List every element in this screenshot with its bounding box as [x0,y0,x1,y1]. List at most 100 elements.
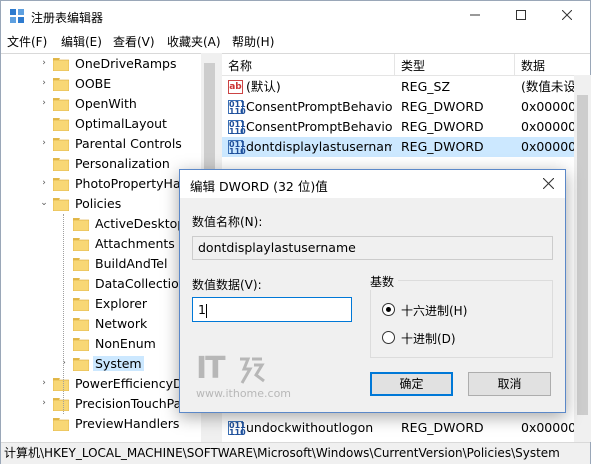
value-row[interactable]: 011 110 dontdisplaylastusername REG_DWORD 0x… [222,137,581,157]
value-row[interactable]: 011 110 ConsentPromptBehavio... REG_DWORD 0x… [222,117,581,137]
value-data: 0x000000 [521,139,581,154]
tree-item-label: Attachments [95,236,175,251]
radix-group [370,280,553,358]
tree-item[interactable]: OptimalLayout [53,114,169,134]
expand-arrow-icon[interactable]: › [59,358,69,368]
folder-icon [73,238,89,251]
column-divider[interactable] [394,54,395,76]
value-type: REG_DWORD [401,420,484,435]
value-name: dontdisplaylastusername [246,139,392,154]
value-row[interactable]: 011 110 ConsentPromptBehavio... REG_DWORD 0x… [222,97,581,117]
value-data-text: 1 [198,302,206,317]
expand-arrow-icon[interactable]: › [39,398,49,408]
collapse-arrow-icon[interactable]: ⌄ [39,198,49,208]
menu-view[interactable]: 查看(V) [113,33,155,50]
dword-value-icon: 011 110 [228,140,246,156]
folder-icon [73,258,89,271]
value-data: 0x000000 [521,420,581,435]
tree-item[interactable]: Network [73,314,149,334]
folder-icon [73,318,89,331]
tree-item-label: PowerEfficiencyDia [75,376,194,391]
tree-item[interactable]: PreviewHandlers [53,414,181,434]
radio-decimal[interactable] [382,331,395,344]
expand-arrow-icon[interactable]: › [39,78,49,88]
folder-icon [73,218,89,231]
tree-item-label: ActiveDesktop [95,216,186,231]
menu-file[interactable]: 文件(F) [7,33,47,50]
tree-item[interactable]: BuildAndTel [73,254,169,274]
column-name[interactable]: 名称 [228,57,252,74]
tree-connector-line [63,214,64,414]
dialog-title-bar[interactable]: 编辑 DWORD (32 位)值 [180,170,565,198]
list-scrollbar[interactable] [574,75,591,442]
tree-item-label: System [93,356,144,371]
dialog-close-button[interactable] [531,170,565,198]
dword-value-icon: 011 110 [228,120,246,136]
folder-icon [73,298,89,311]
tree-item[interactable]: Parental Controls [53,134,184,154]
minimize-icon [470,14,480,16]
expand-arrow-icon[interactable]: › [39,178,49,188]
folder-icon [73,358,89,371]
dialog-title: 编辑 DWORD (32 位)值 [190,179,328,194]
tree-item[interactable]: Attachments [73,234,177,254]
expand-arrow-icon[interactable]: › [39,378,49,388]
cancel-button[interactable]: 取消 [468,372,551,396]
tree-item[interactable]: System [73,354,144,374]
tree-item-label: OOBE [75,76,112,91]
menu-bar: 文件(F) 编辑(E) 查看(V) 收藏夹(A) 帮助(H) [1,31,590,51]
tree-item[interactable]: NonEnum [73,334,158,354]
tree-item[interactable]: OOBE [53,74,113,94]
title-bar[interactable]: 注册表编辑器 [1,1,590,31]
value-row[interactable]: ab (默认) REG_SZ (数值未设 [222,77,576,97]
column-data[interactable]: 数据 [521,57,545,74]
tree-item[interactable]: PhotoPropertyHan [53,174,191,194]
folder-icon [53,98,69,111]
value-data-input[interactable]: 1 [192,297,352,322]
tree-item[interactable]: ActiveDesktop [73,214,187,234]
tree-item[interactable]: Explorer [73,294,149,314]
folder-icon [53,78,69,91]
tree-item[interactable]: PrecisionTouchPac [53,394,190,414]
tree-item-label: Explorer [95,296,148,311]
list-scrollbar-thumb[interactable] [577,95,588,415]
folder-icon [53,378,69,391]
tree-item[interactable]: DataCollection [73,274,189,294]
expand-arrow-icon[interactable]: › [39,98,49,108]
value-row[interactable]: 011 110 undockwithoutlogon REG_DWORD 0x00000… [222,418,581,438]
close-icon [561,9,573,21]
value-name: (默认) [246,79,281,94]
radio-hex[interactable] [382,303,395,316]
folder-icon [53,178,69,191]
expand-arrow-icon[interactable]: › [39,58,49,68]
value-data: 0x000000 [521,119,581,134]
tree-item[interactable]: PowerEfficiencyDia [53,374,196,394]
close-button[interactable] [544,1,590,31]
menu-edit[interactable]: 编辑(E) [61,33,102,50]
folder-icon [53,418,69,431]
tree-item-label: Parental Controls [75,136,182,151]
minimize-button[interactable] [452,1,498,31]
value-type: REG_DWORD [401,139,484,154]
tree-item-label: OneDriveRamps [75,56,177,71]
expand-arrow-icon[interactable]: › [39,138,49,148]
tree-item[interactable]: Policies [53,194,123,214]
tree-item[interactable]: Personalization [53,154,172,174]
maximize-button[interactable] [498,1,544,31]
text-cursor [205,303,207,318]
menu-favorites[interactable]: 收藏夹(A) [167,33,221,50]
dword-value-icon: 011 110 [228,100,246,116]
column-type[interactable]: 类型 [401,57,425,74]
menu-help[interactable]: 帮助(H) [232,33,274,50]
radio-decimal-label[interactable]: 十进制(D) [401,330,456,347]
tree-item-label: BuildAndTel [95,256,168,271]
tree-item[interactable]: OneDriveRamps [53,54,178,74]
column-divider[interactable] [514,54,515,76]
string-value-icon: ab [228,80,243,94]
folder-icon [53,398,69,411]
tree-item[interactable]: OpenWith [53,94,139,114]
radio-hex-label[interactable]: 十六进制(H) [401,302,467,319]
ok-button[interactable]: 确定 [370,372,453,396]
radix-label: 基数 [370,273,399,290]
watermark-url: www.ithome.com [196,387,292,400]
